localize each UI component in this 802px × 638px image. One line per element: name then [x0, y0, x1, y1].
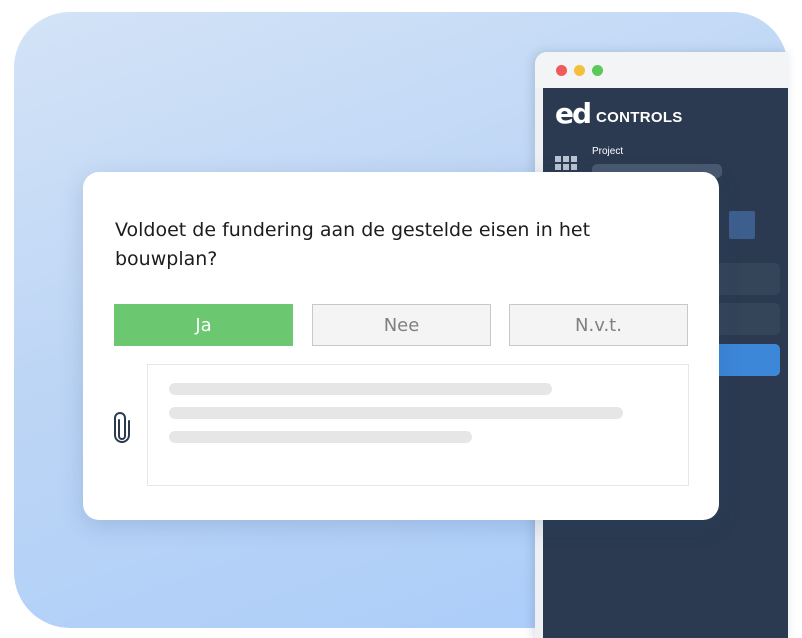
- question-text: Voldoet de fundering aan de gestelde eis…: [115, 219, 591, 270]
- sidebar-block-1[interactable]: [713, 263, 780, 295]
- window-titlebar: [535, 52, 788, 88]
- option-nee-button[interactable]: Nee: [312, 304, 491, 346]
- sidebar-block-2[interactable]: [713, 303, 780, 335]
- placeholder-line: [169, 431, 472, 443]
- question-card: Voldoet de fundering aan de gestelde eis…: [83, 172, 719, 520]
- logo-mark: ed: [555, 97, 592, 130]
- close-window-button[interactable]: [556, 65, 567, 76]
- option-nvt-button[interactable]: N.v.t.: [509, 304, 688, 346]
- stage: ed CONTROLS Project Voldoet de fundering…: [0, 0, 802, 638]
- app-logo: ed CONTROLS: [555, 100, 683, 128]
- placeholder-line: [169, 407, 623, 419]
- maximize-window-button[interactable]: [592, 65, 603, 76]
- option-ja-button[interactable]: Ja: [114, 304, 293, 346]
- sidebar-accent-block: [729, 211, 755, 239]
- logo-text: CONTROLS: [596, 108, 683, 126]
- minimize-window-button[interactable]: [574, 65, 585, 76]
- comment-box[interactable]: [147, 364, 689, 486]
- paperclip-icon[interactable]: [113, 412, 131, 444]
- placeholder-line: [169, 383, 552, 395]
- sidebar-primary-button[interactable]: [713, 344, 780, 376]
- project-label: Project: [592, 146, 624, 157]
